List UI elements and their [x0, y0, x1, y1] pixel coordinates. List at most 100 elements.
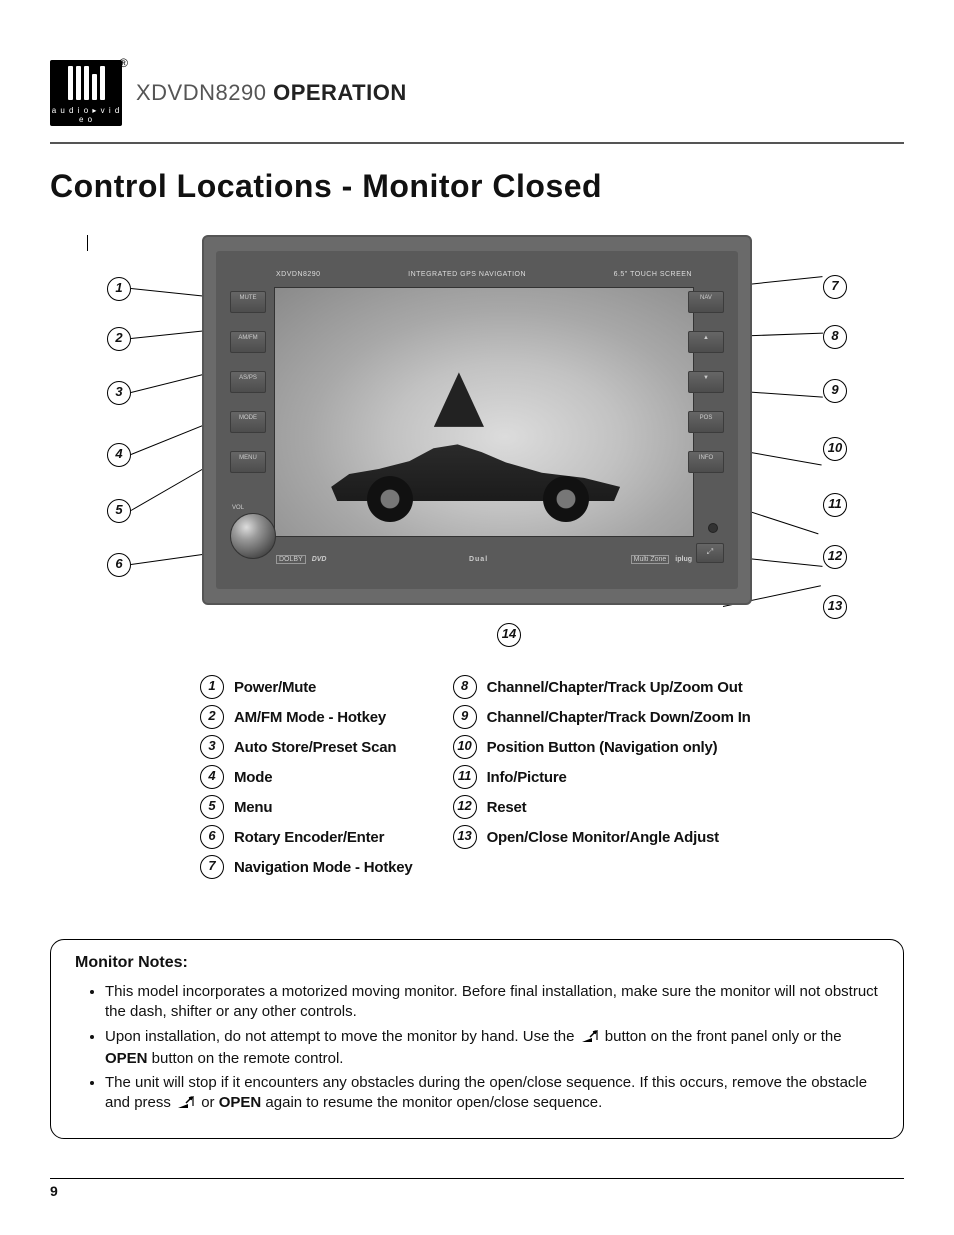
down-button: ▼ [688, 371, 724, 393]
dvd-badge: DVD [312, 556, 327, 563]
callout-4: 4 [107, 443, 131, 467]
header: ® a u d i o ▸ v i d e o XDVDN8290 OPERAT… [50, 60, 904, 126]
callout-9: 9 [823, 379, 847, 403]
legend-num: 7 [200, 855, 224, 879]
reset-pin-icon [708, 523, 718, 533]
legend-row: 2 AM/FM Mode - Hotkey [200, 705, 413, 729]
legend-num: 2 [200, 705, 224, 729]
legend-label: Reset [487, 799, 527, 816]
legend-row: 1Power/Mute [200, 675, 413, 699]
bold-text: OPEN [219, 1094, 262, 1111]
legend-num: 13 [453, 825, 477, 849]
legend-right-col: 8 Channel/Chapter/Track Up/Zoom Out 9 Chann… [453, 675, 751, 879]
legend-label: Menu [234, 799, 272, 816]
info-button: INFO [688, 451, 724, 473]
logo-bars-icon [50, 60, 122, 104]
device-screen [274, 287, 694, 537]
legend-num: 6 [200, 825, 224, 849]
bold-text: OPEN [105, 1050, 148, 1067]
callout-1: 1 [107, 277, 131, 301]
page-number: 9 [50, 1178, 904, 1199]
legend-label: Position Button (Navigation only) [487, 739, 718, 756]
callout-13: 13 [823, 595, 847, 619]
racecar-wing-icon [434, 372, 484, 427]
legend-num: 3 [200, 735, 224, 759]
device-right-buttons: NAV ▲ ▼ POS INFO [688, 291, 724, 473]
legend-num: 12 [453, 795, 477, 819]
callout-14: 14 [497, 623, 521, 647]
amfm-button: AM/FM [230, 331, 266, 353]
brand-logo: ® a u d i o ▸ v i d e o [50, 60, 122, 126]
callout-2: 2 [107, 327, 131, 351]
legend-label: Rotary Encoder/Enter [234, 829, 384, 846]
legend-row: 9 Channel/Chapter/Track Down/Zoom In [453, 705, 751, 729]
legend-label: Channel/Chapter/Track Down/Zoom In [487, 709, 751, 726]
page-title: Control Locations - Monitor Closed [50, 168, 904, 205]
legend-row: 4Mode [200, 765, 413, 789]
device-bezel: XDVDN8290 INTEGRATED GPS NAVIGATION 6.5"… [216, 251, 738, 589]
legend-row: 12 Reset [453, 795, 751, 819]
legend-label: Info/Picture [487, 769, 567, 786]
device-top-labels: XDVDN8290 INTEGRATED GPS NAVIGATION 6.5"… [276, 271, 692, 278]
device-screen-label: 6.5" TOUCH SCREEN [614, 271, 692, 278]
legend-label: Channel/Chapter/Track Up/Zoom Out [487, 679, 743, 696]
legend-label: Open/Close Monitor/Angle Adjust [487, 829, 719, 846]
device-model-label: XDVDN8290 [276, 271, 321, 278]
open-close-button: ⤢ [696, 543, 724, 563]
open-monitor-icon [177, 1095, 195, 1115]
legend-row: 10 Position Button (Navigation only) [453, 735, 751, 759]
nav-button: NAV [688, 291, 724, 313]
callout-12: 12 [823, 545, 847, 569]
logo-subtext: a u d i o ▸ v i d e o [50, 106, 122, 124]
pos-button: POS [688, 411, 724, 433]
legend-num: 8 [453, 675, 477, 699]
notes-title: Monitor Notes: [75, 954, 879, 972]
callout-11: 11 [823, 493, 847, 517]
header-rule [50, 142, 904, 144]
legend-row: 8 Channel/Chapter/Track Up/Zoom Out [453, 675, 751, 699]
wheel-icon [543, 476, 589, 522]
monitor-notes-box: Monitor Notes: This model incorporates a… [50, 939, 904, 1139]
volume-label: VOL [232, 505, 244, 511]
legend-num: 5 [200, 795, 224, 819]
callout-5: 5 [107, 499, 131, 523]
legend-row: 6 Rotary Encoder/Enter [200, 825, 413, 849]
legend: 1Power/Mute 2 AM/FM Mode - Hotkey 3Auto Sto… [200, 675, 904, 879]
iplug-badge: iplug [675, 556, 692, 563]
callout-line [87, 235, 88, 251]
device-diagram: 1 2 3 4 5 6 7 8 9 10 11 12 13 14 XDVDN82… [87, 235, 867, 655]
notes-list: This model incorporates a motorized movi… [75, 982, 879, 1116]
section-label: OPERATION [273, 80, 407, 105]
legend-row: 7 Navigation Mode - Hotkey [200, 855, 413, 879]
notes-item: This model incorporates a motorized movi… [105, 982, 879, 1023]
device-feature-label: INTEGRATED GPS NAVIGATION [408, 271, 526, 278]
trademark-icon: ® [119, 56, 128, 70]
open-monitor-icon [581, 1029, 599, 1049]
legend-row: 3Auto Store/Preset Scan [200, 735, 413, 759]
legend-label: Navigation Mode - Hotkey [234, 859, 413, 876]
legend-row: 11Info/Picture [453, 765, 751, 789]
wheel-icon [367, 476, 413, 522]
mute-button: MUTE [230, 291, 266, 313]
legend-num: 4 [200, 765, 224, 789]
callout-6: 6 [107, 553, 131, 577]
up-button: ▲ [688, 331, 724, 353]
legend-num: 1 [200, 675, 224, 699]
legend-num: 9 [453, 705, 477, 729]
callout-3: 3 [107, 381, 131, 405]
legend-row: 13 Open/Close Monitor/Angle Adjust [453, 825, 751, 849]
legend-num: 10 [453, 735, 477, 759]
asps-button: AS/PS [230, 371, 266, 393]
volume-knob-icon [230, 513, 276, 559]
device-body: XDVDN8290 INTEGRATED GPS NAVIGATION 6.5"… [202, 235, 752, 605]
header-title: XDVDN8290 OPERATION [136, 80, 407, 106]
notes-item: The unit will stop if it encounters any … [105, 1073, 879, 1116]
callout-10: 10 [823, 437, 847, 461]
callout-7: 7 [823, 275, 847, 299]
model-number: XDVDN8290 [136, 80, 266, 105]
legend-left-col: 1Power/Mute 2 AM/FM Mode - Hotkey 3Auto Sto… [200, 675, 413, 879]
dolby-badge: DOLBY [276, 555, 306, 564]
legend-label: AM/FM Mode - Hotkey [234, 709, 386, 726]
callout-8: 8 [823, 325, 847, 349]
mode-button: MODE [230, 411, 266, 433]
